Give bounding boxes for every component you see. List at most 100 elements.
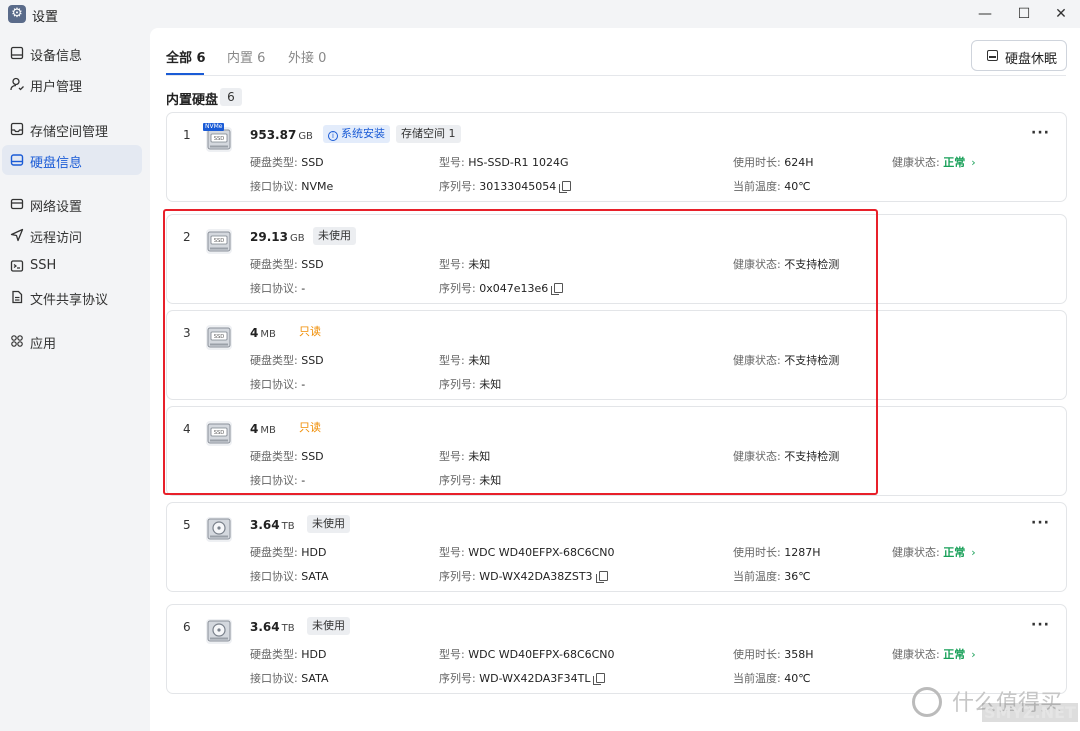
more-button[interactable]: ···: [1031, 515, 1050, 531]
copy-icon[interactable]: [551, 283, 564, 295]
more-button[interactable]: ···: [1031, 125, 1050, 141]
field-label: 序列号:: [439, 474, 476, 487]
sidebar-item-file-sharing[interactable]: 文件共享协议: [2, 282, 142, 312]
copy-icon[interactable]: [593, 673, 606, 685]
disk-index: 3: [183, 326, 191, 340]
disk-card[interactable]: 1 SSD NVMe 953.87 GB i 系统安装 存储空间 1 硬盘类型: SSD 接口协议…: [166, 112, 1067, 202]
close-button[interactable]: ✕: [1046, 4, 1076, 24]
field-interface: 接口协议: -: [250, 376, 305, 392]
sidebar-item-storage[interactable]: 存储空间管理: [2, 114, 142, 144]
window-title: 设置: [32, 10, 59, 25]
sidebar-item-network[interactable]: 网络设置: [2, 189, 142, 219]
field-value-serial: 0x047e13e6: [479, 282, 549, 295]
field-value-temp: 36℃: [784, 570, 811, 583]
field-value-model: 未知: [468, 354, 491, 367]
field-value-type: SSD: [301, 258, 324, 271]
sidebar-item-label: 网络设置: [30, 200, 83, 215]
more-button[interactable]: ···: [1031, 617, 1050, 633]
field-value-interface: NVMe: [301, 180, 334, 193]
main-panel: 全部 6 内置 6 外接 0 硬盘休眠 内置硬盘 6 1 SSD NVMe 953.8…: [150, 28, 1080, 731]
sidebar-item-label: 远程访问: [30, 231, 83, 246]
field-interface: 接口协议: SATA: [250, 670, 328, 686]
field-model: 型号: HS-SSD-R1 1024G: [439, 154, 569, 170]
field-type: 硬盘类型: SSD: [250, 154, 324, 170]
field-label: 硬盘类型:: [250, 258, 298, 271]
field-type: 硬盘类型: SSD: [250, 352, 324, 368]
disk-index: 5: [183, 518, 191, 532]
field-temp: 当前温度: 40℃: [733, 670, 811, 686]
field-label: 型号:: [439, 354, 465, 367]
field-label: 接口协议:: [250, 378, 298, 391]
disk-size: 29.13 GB: [250, 230, 305, 244]
disk-card[interactable]: 2 SSD 29.13 GB 未使用 硬盘类型: SSD 接口协议: - 型号: 未知 序列号:…: [166, 214, 1067, 304]
field-health: 健康状态: 正常 ›: [892, 544, 976, 560]
field-interface: 接口协议: -: [250, 280, 305, 296]
storage-icon: [10, 122, 24, 136]
field-label: 型号:: [439, 546, 465, 559]
disk-size: 4 MB: [250, 326, 276, 340]
field-interface: 接口协议: NVMe: [250, 178, 333, 194]
sidebar-item-apps[interactable]: 应用: [2, 326, 142, 356]
chevron-right-icon[interactable]: ›: [971, 648, 975, 661]
field-value-temp: 40℃: [784, 180, 811, 193]
field-value-interface: SATA: [301, 672, 329, 685]
sidebar-item-disk-info[interactable]: 硬盘信息: [2, 145, 142, 175]
device-icon: [10, 46, 24, 60]
chevron-right-icon[interactable]: ›: [971, 156, 975, 169]
disk-tags: i 系统安装 存储空间 1: [323, 125, 467, 143]
disk-size: 3.64 TB: [250, 620, 295, 634]
field-label: 型号:: [439, 258, 465, 271]
sidebar-item-label: 应用: [30, 337, 57, 352]
field-serial: 序列号: 0x047e13e6: [439, 280, 564, 296]
ssd-icon: SSD: [206, 325, 232, 350]
field-usage: 使用时长: 1287H: [733, 544, 820, 560]
sidebar-item-ssh[interactable]: SSH: [2, 251, 142, 281]
field-temp: 当前温度: 36℃: [733, 568, 811, 584]
field-health: 健康状态: 不支持检测: [733, 352, 839, 368]
minimize-button[interactable]: —: [970, 4, 1000, 24]
field-label: 接口协议:: [250, 570, 298, 583]
disk-card[interactable]: 6 3.64 TB 未使用 硬盘类型: HDD 接口协议: SATA 型号: WDC WD4…: [166, 604, 1067, 694]
field-value-health: 正常: [943, 648, 966, 661]
sidebar-item-remote-access[interactable]: 远程访问: [2, 220, 142, 250]
field-serial: 序列号: 30133045054: [439, 178, 572, 194]
field-label: 硬盘类型:: [250, 648, 298, 661]
field-value-type: SSD: [301, 156, 324, 169]
field-value-health: 不支持检测: [784, 450, 840, 463]
field-label: 健康状态:: [892, 648, 940, 661]
disk-sleep-button[interactable]: 硬盘休眠: [971, 40, 1067, 71]
field-label: 健康状态:: [733, 450, 781, 463]
field-label: 接口协议:: [250, 672, 298, 685]
tab-all[interactable]: 全部 6: [166, 47, 206, 66]
disk-tags: 只读: [297, 419, 329, 437]
tab-external[interactable]: 外接 0: [288, 47, 326, 66]
gear-icon: ⚙: [8, 5, 26, 23]
field-value-interface: SATA: [301, 570, 329, 583]
field-health: 健康状态: 不支持检测: [733, 448, 839, 464]
terminal-icon: [10, 260, 24, 272]
section-title: 内置硬盘: [166, 93, 219, 108]
maximize-button[interactable]: ☐: [1009, 4, 1039, 24]
chevron-right-icon[interactable]: ›: [971, 546, 975, 559]
field-value-type: HDD: [301, 648, 327, 661]
tab-internal[interactable]: 内置 6: [227, 47, 265, 66]
field-usage: 使用时长: 624H: [733, 154, 814, 170]
field-label: 序列号:: [439, 378, 476, 391]
sidebar-item-device-info[interactable]: 设备信息: [2, 38, 142, 68]
copy-icon[interactable]: [595, 571, 608, 583]
disk-card[interactable]: 3 SSD 4 MB 只读 硬盘类型: SSD 接口协议: - 型号: 未知 序列号: 未知 健康…: [166, 310, 1067, 400]
copy-icon[interactable]: [559, 181, 572, 193]
field-label: 硬盘类型:: [250, 156, 298, 169]
field-value-type: SSD: [301, 450, 324, 463]
disk-tag: 未使用: [307, 515, 350, 533]
field-value-usage: 358H: [784, 648, 814, 661]
field-label: 序列号:: [439, 570, 476, 583]
field-serial: 序列号: 未知: [439, 376, 501, 392]
field-value-serial: WD-WX42DA38ZST3: [479, 570, 593, 583]
sidebar-item-user-management[interactable]: 用户管理: [2, 69, 142, 99]
disk-card[interactable]: 4 SSD 4 MB 只读 硬盘类型: SSD 接口协议: - 型号: 未知 序列号: 未知 健康…: [166, 406, 1067, 496]
disk-icon: [10, 154, 24, 166]
disk-card[interactable]: 5 3.64 TB 未使用 硬盘类型: HDD 接口协议: SATA 型号: WDC WD4…: [166, 502, 1067, 592]
section-count: 6: [220, 88, 242, 106]
disk-tags: 未使用: [313, 227, 362, 245]
